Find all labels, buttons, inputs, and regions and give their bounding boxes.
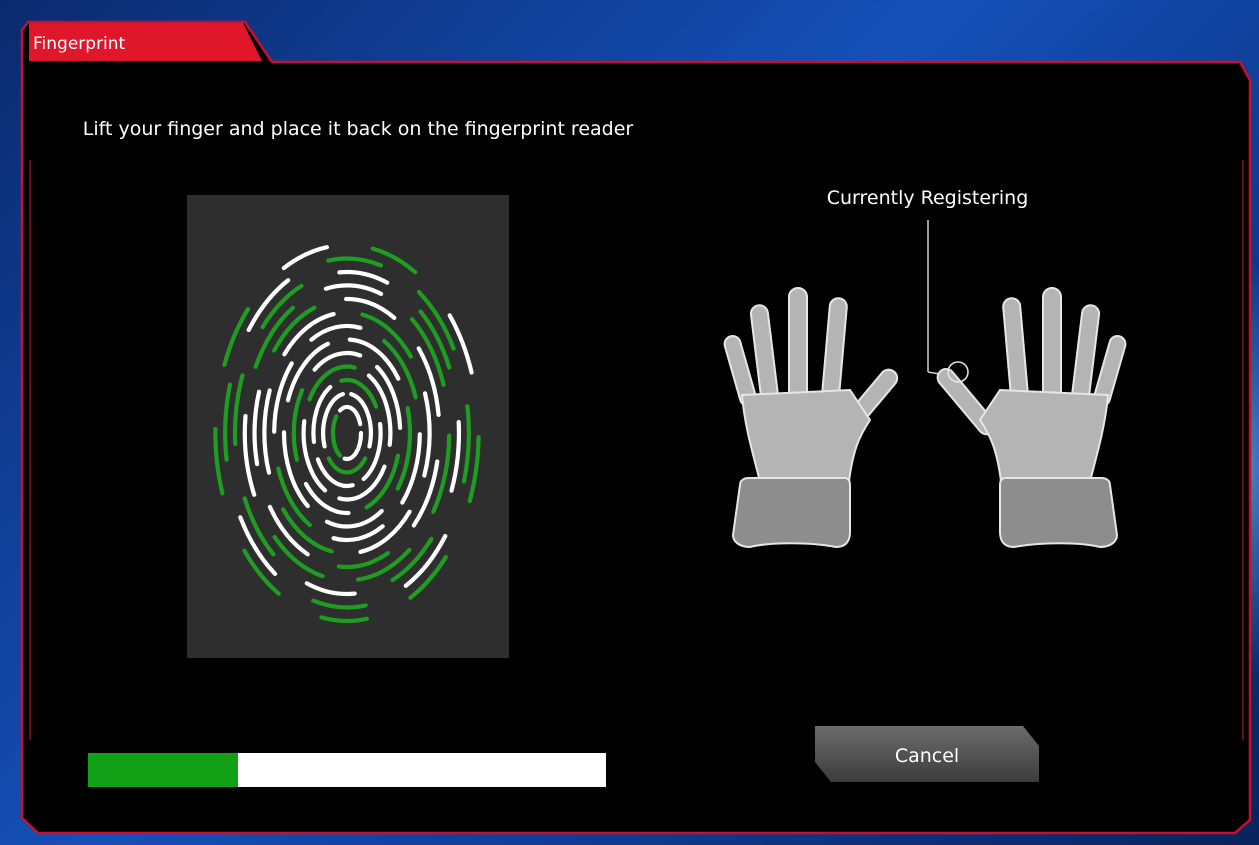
fingerprint-ridge <box>360 312 413 359</box>
fingerprint-ridge <box>291 388 305 462</box>
cancel-button[interactable]: Cancel <box>815 726 1039 782</box>
instruction-text: Lift your finger and place it back on th… <box>82 118 634 140</box>
fingerprint-ridge <box>323 283 384 296</box>
left-middle[interactable] <box>788 287 808 404</box>
fingerprint-ridge <box>232 373 245 447</box>
fingerprint-ridge <box>223 382 233 462</box>
left-index[interactable] <box>821 297 848 404</box>
fingerprint-ridge <box>304 581 357 597</box>
fingerprint-ridge <box>337 404 363 427</box>
progress-fill <box>88 753 239 787</box>
fingerprint-ridge <box>461 404 471 484</box>
fingerprint-ridge <box>282 312 336 357</box>
fingerprint-ridge <box>272 305 317 353</box>
fingerprint-ridge <box>253 305 295 369</box>
fingerprint-ridge <box>370 246 418 275</box>
fingerprint-ridge <box>330 414 343 458</box>
left-hand <box>723 287 899 549</box>
fingerprint-ridge <box>307 364 357 402</box>
fingerprint-ridge <box>222 307 251 367</box>
fingerprint-ridge <box>339 378 379 409</box>
fingerprint-ridge <box>331 524 385 543</box>
fingerprint-ridge <box>281 245 329 271</box>
right-cuff <box>999 477 1119 549</box>
fingerprint-ridge <box>403 533 448 588</box>
fingerprint-image <box>213 245 481 624</box>
window-title: Fingerprint <box>33 34 126 54</box>
fingerprint-ridge <box>337 269 390 285</box>
fingerprint-ridge <box>326 256 383 268</box>
fingerprint-ridge <box>467 435 481 504</box>
fingerprint-ridge <box>336 551 390 570</box>
fingerprint-ridge <box>252 389 262 467</box>
fingerprint-ridge <box>410 317 446 387</box>
fingerprint-panel <box>187 195 509 658</box>
fingerprint-ridge <box>311 598 368 610</box>
fingerprint-ridge <box>319 615 369 624</box>
fingerprint-ridge <box>267 504 310 557</box>
fingerprint-ridge <box>449 419 462 493</box>
fingerprint-ridge <box>364 453 401 510</box>
fingerprint-ridge <box>324 508 384 529</box>
fingerprint-ridge <box>276 466 312 528</box>
fingerprint-ridge <box>382 338 418 400</box>
fingerprint-ridge <box>281 507 334 554</box>
right-index[interactable] <box>1002 297 1029 404</box>
fingerprint-ridge <box>213 426 225 496</box>
cancel-button-label: Cancel <box>894 745 960 767</box>
hands-illustration <box>723 220 1127 549</box>
currently-registering-label: Currently Registering <box>826 187 1029 209</box>
fingerprint-ridge <box>285 341 331 403</box>
fingerprint-ridge <box>246 278 291 333</box>
enrollment-progress-bar <box>88 753 606 787</box>
fingerprint-ridge <box>309 323 363 342</box>
fingerprint-ridge <box>422 391 432 478</box>
fingerprint-ridge <box>358 509 412 554</box>
fingerprint-ridge <box>342 430 364 462</box>
fingerprint-ridge <box>262 388 272 475</box>
left-cuff <box>731 477 851 549</box>
right-middle[interactable] <box>1042 287 1062 404</box>
right-hand <box>936 287 1127 549</box>
